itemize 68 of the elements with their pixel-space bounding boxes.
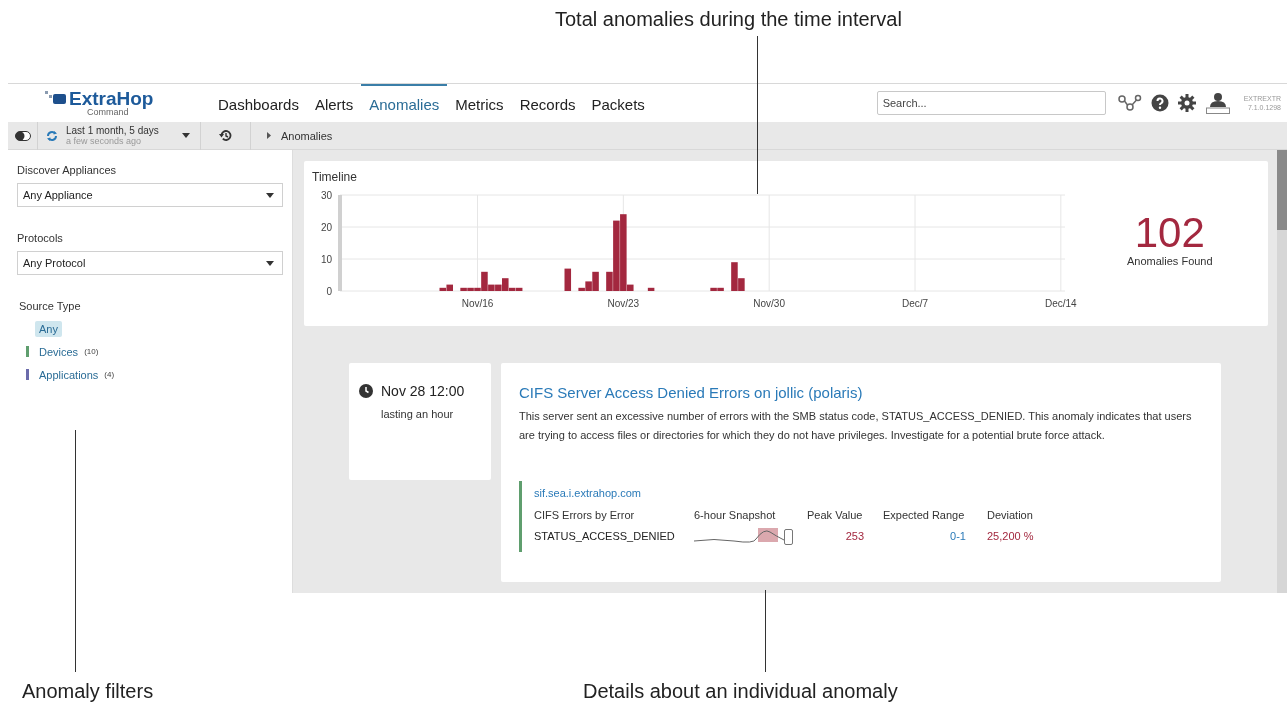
column-header: Deviation [987, 509, 1034, 521]
anomaly-count: 102 [1134, 211, 1205, 255]
chart-bar [647, 287, 655, 291]
logo-subtitle: Command [87, 107, 129, 117]
caret-icon [266, 260, 274, 266]
column-header: Expected Range [883, 509, 966, 521]
deviation-value: 25,200 % [987, 530, 1035, 542]
callout-label: Details about an individual anomaly [583, 680, 898, 703]
metric-name: STATUS_ACCESS_DENIED [534, 530, 676, 542]
axis-tick-label: Nov/16 [461, 298, 494, 309]
nav-tab[interactable]: Alerts [306, 84, 362, 122]
column-header: 6-hour Snapshot [694, 509, 777, 521]
item-count: (4) [104, 370, 115, 379]
callout-label: Total anomalies during the time interval [555, 8, 902, 31]
logo-wordmark: ExtraHop [69, 89, 154, 108]
user-icon [1204, 92, 1231, 114]
item-count: (10) [84, 347, 99, 356]
anomaly-title-link[interactable]: CIFS Server Access Denied Errors on jollic (polaris) [519, 384, 1203, 401]
settings-icon [1177, 94, 1196, 112]
axis-tick-label: Dec/14 [1045, 298, 1077, 309]
time-range-selector[interactable]: Last 1 month, 5 days a few seconds ago [38, 121, 201, 150]
caret-right-icon [267, 132, 271, 139]
anomaly-count-label: Anomalies Found [1127, 255, 1213, 267]
updated-time: a few seconds ago [66, 135, 142, 146]
peak-value: 253 [844, 530, 865, 542]
search-field[interactable]: Search... [876, 91, 1106, 115]
axis-tick-label: Nov/30 [753, 298, 785, 309]
axis-tick-label: 20 [320, 222, 332, 233]
caret-icon [266, 192, 274, 198]
axis-tick-label: Dec/7 [901, 298, 929, 309]
nav-tab[interactable]: Records [511, 84, 584, 122]
axis-tick-label: 10 [320, 254, 332, 265]
axis-tick-label: 30 [320, 190, 332, 201]
expected-range: 0-1 [949, 530, 967, 542]
column-header: CIFS Errors by Error [534, 509, 636, 521]
time-range-label: Last 1 month, 5 days [66, 125, 160, 136]
help-icon [1150, 94, 1169, 112]
caret-icon [182, 133, 190, 138]
nav-tab[interactable]: Packets [583, 84, 653, 122]
axis-tick-label: 0 [326, 286, 332, 297]
axis-tick-label: Nov/23 [607, 298, 640, 309]
chart-title: Timeline [312, 170, 358, 186]
source-type-option[interactable]: Devices [35, 343, 83, 360]
toggle-icon [14, 130, 31, 141]
nav-tab[interactable]: Metrics [447, 84, 512, 122]
scrollbar[interactable] [1277, 150, 1287, 593]
refresh-icon [46, 129, 58, 142]
history-icon [219, 129, 232, 142]
anomaly-description: This server sent an excessive number of errors with the SMB status code, STATUS_ACCESS_DENIED. This anomaly indicates that users are trying to access files or directories for which they do not have privileges. Investigate for a potential brute force attack. [519, 409, 1193, 443]
filter-label: Protocols [17, 232, 64, 244]
breadcrumb-link[interactable]: Anomalies [281, 129, 333, 142]
dropdown[interactable]: Any Protocol [17, 251, 283, 275]
filter-label: Discover Appliances [17, 164, 118, 176]
filter-label: Source Type [19, 300, 82, 312]
network-icon [1117, 94, 1142, 112]
column-header: Peak Value [807, 509, 864, 521]
scrollbar-thumb[interactable] [1277, 150, 1287, 230]
anomaly-duration: lasting an hour [381, 408, 455, 420]
dropdown[interactable]: Any Appliance [17, 183, 283, 207]
source-type-option[interactable]: Applications [35, 366, 103, 383]
device-link[interactable]: sif.sea.i.extrahop.com [534, 487, 1203, 499]
clock-icon [359, 384, 373, 398]
logo-icon [45, 89, 67, 106]
callout-label: Anomaly filters [22, 680, 154, 703]
source-type-option[interactable]: Any [35, 320, 62, 337]
anomaly-time: Nov 28 12:00 [381, 383, 465, 399]
chart-bar [564, 268, 572, 291]
nav-tab[interactable]: Dashboards [210, 84, 307, 122]
